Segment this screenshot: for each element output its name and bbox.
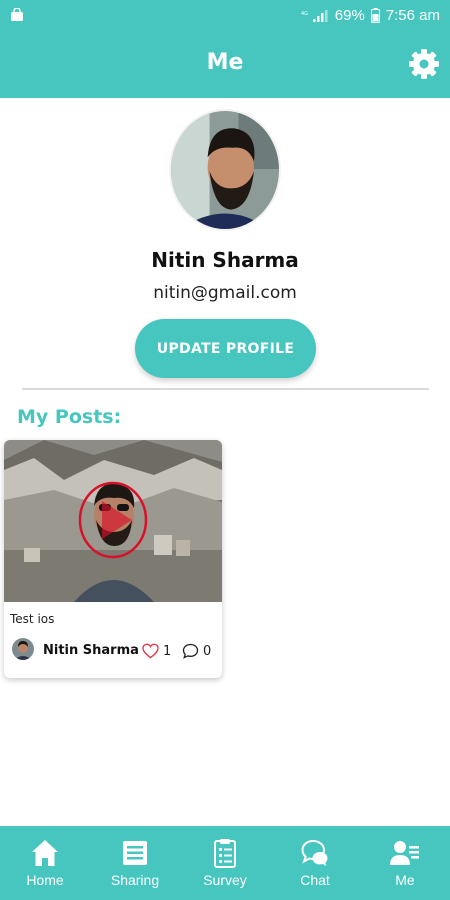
nav-item-sharing[interactable]: Sharing bbox=[90, 826, 180, 900]
nav-label-me: Me bbox=[395, 872, 415, 888]
list-icon bbox=[123, 841, 147, 865]
profile-name: Nitin Sharma bbox=[151, 248, 299, 272]
gear-icon[interactable] bbox=[408, 48, 440, 80]
post-caption: Test ios bbox=[10, 612, 55, 626]
bottom-nav: Home Sharing Survey Chat Me bbox=[0, 826, 450, 900]
update-profile-button[interactable]: UPDATE PROFILE bbox=[135, 319, 316, 378]
status-time: 7:56 am bbox=[385, 7, 440, 24]
play-icon[interactable] bbox=[78, 481, 148, 559]
nav-label-chat: Chat bbox=[300, 872, 330, 888]
nav-label-sharing: Sharing bbox=[110, 872, 160, 888]
nav-label-home: Home bbox=[26, 872, 64, 888]
nav-label-survey: Survey bbox=[203, 872, 247, 888]
comment-button[interactable]: 0 bbox=[182, 643, 211, 659]
heart-icon bbox=[142, 643, 159, 659]
svg-text:4G: 4G bbox=[301, 11, 308, 17]
notification-bag-icon bbox=[11, 8, 23, 21]
profile-email: nitin@gmail.com bbox=[153, 283, 297, 303]
avatar[interactable] bbox=[169, 109, 281, 231]
battery-percent: 69% bbox=[334, 7, 365, 24]
clipboard-icon bbox=[214, 839, 236, 868]
chat-icon bbox=[301, 839, 328, 866]
comment-count: 0 bbox=[203, 643, 212, 659]
post-author-name: Nitin Sharma bbox=[43, 643, 139, 658]
battery-icon bbox=[370, 8, 380, 23]
profile-icon bbox=[390, 841, 419, 865]
app-header: 4G 69% 7:56 am Me bbox=[0, 0, 450, 98]
post-author-photo bbox=[12, 638, 34, 660]
posts-heading: My Posts: bbox=[17, 406, 122, 428]
home-icon bbox=[32, 840, 58, 866]
divider bbox=[22, 388, 429, 390]
like-count: 1 bbox=[163, 643, 172, 659]
like-button[interactable]: 1 bbox=[142, 643, 171, 659]
nav-item-me[interactable]: Me bbox=[360, 826, 450, 900]
nav-item-chat[interactable]: Chat bbox=[270, 826, 360, 900]
status-indicators: 4G 69% 7:56 am bbox=[301, 7, 440, 24]
comment-icon bbox=[182, 643, 199, 659]
post-card[interactable]: Test ios Nitin Sharma 1 0 bbox=[4, 440, 222, 678]
profile-photo bbox=[171, 111, 279, 229]
signal-icon: 4G bbox=[301, 9, 328, 22]
status-bar: 4G 69% 7:56 am bbox=[0, 0, 450, 32]
page-title: Me bbox=[206, 50, 244, 75]
post-author-avatar bbox=[12, 638, 34, 660]
nav-item-home[interactable]: Home bbox=[0, 826, 90, 900]
nav-item-survey[interactable]: Survey bbox=[180, 826, 270, 900]
